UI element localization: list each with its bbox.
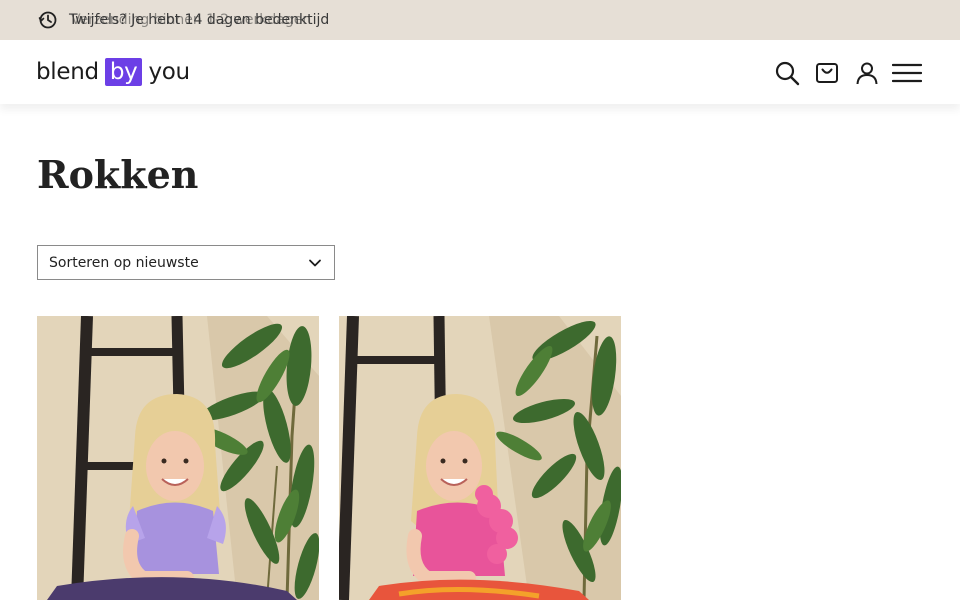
logo-text-blend: blend — [36, 59, 99, 85]
sort-dropdown[interactable]: Sorteren op nieuwste — [37, 245, 335, 280]
logo-text-by: by — [104, 58, 143, 86]
product-card[interactable] — [339, 316, 621, 600]
menu-icon[interactable] — [892, 60, 922, 86]
chevron-down-icon — [309, 259, 321, 267]
product-image — [37, 316, 319, 600]
site-header: blend by you — [0, 40, 960, 104]
return-clock-icon — [38, 11, 57, 29]
announcement-bar: Verzending binnen 1-2 werkdagen Twijfels… — [0, 0, 960, 40]
announcement-text: Twijfels? Je hebt 14 dagen bedenktijd — [69, 12, 330, 28]
search-icon[interactable] — [774, 60, 800, 86]
shopping-bag-icon[interactable] — [814, 60, 840, 86]
account-icon[interactable] — [854, 60, 880, 86]
sort-dropdown-value: Sorteren op nieuwste — [49, 255, 199, 271]
product-image — [339, 316, 621, 600]
logo-text-you: you — [148, 59, 190, 85]
product-card[interactable] — [37, 316, 319, 600]
page-title: Rokken — [37, 152, 199, 197]
site-logo[interactable]: blend by you — [36, 57, 190, 87]
